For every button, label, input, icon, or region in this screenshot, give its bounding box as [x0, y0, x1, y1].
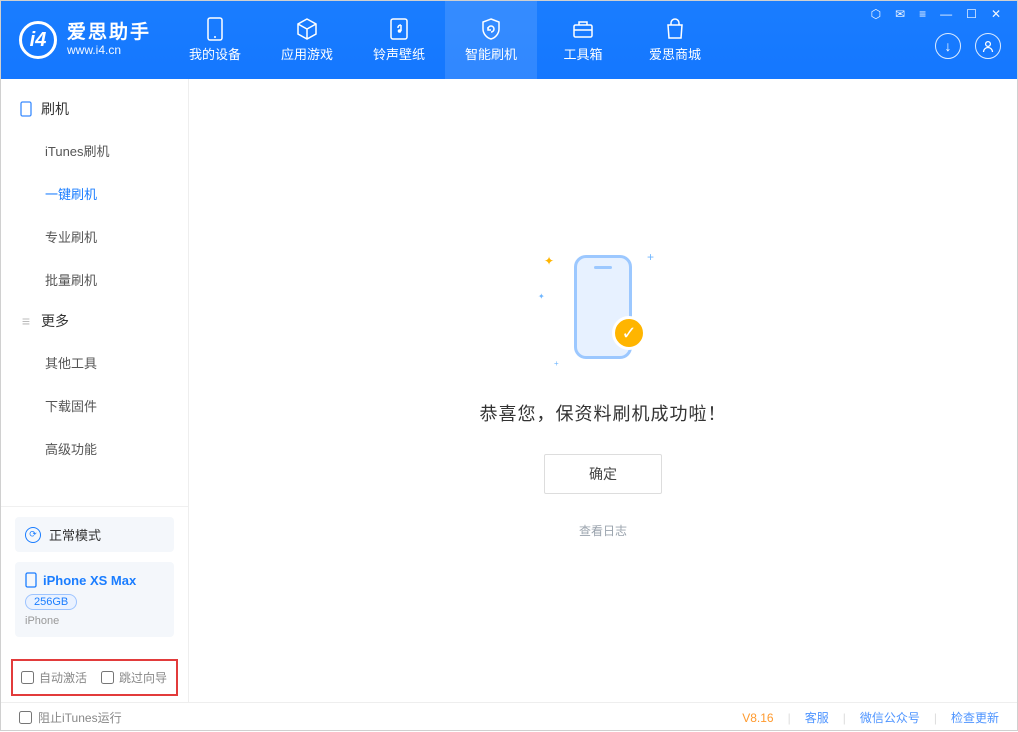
window-controls: ⬡ ✉ ≡ — ☐ ✕ [867, 1, 1005, 27]
nav-label: 智能刷机 [465, 44, 517, 63]
sidebar-item-batch-flash[interactable]: 批量刷机 [1, 258, 188, 301]
device-name: iPhone XS Max [43, 573, 136, 588]
nav-label: 应用游戏 [281, 44, 333, 63]
toolbox-icon [571, 17, 595, 41]
bag-icon [663, 17, 687, 41]
nav-ringtone-wallpaper[interactable]: 铃声壁纸 [353, 1, 445, 79]
shield-refresh-icon [479, 17, 503, 41]
nav-store[interactable]: 爱思商城 [629, 1, 721, 79]
footer-link-wechat[interactable]: 微信公众号 [860, 709, 920, 726]
checkmark-icon: ✓ [612, 316, 646, 350]
success-illustration: ✦ ✦ + + ✓ [538, 242, 668, 372]
app-name: 爱思助手 [67, 23, 151, 44]
sidebar-group-flash: 刷机 [1, 89, 188, 129]
app-url: www.i4.cn [67, 44, 151, 57]
device-phone-icon [25, 572, 37, 588]
nav-label: 工具箱 [564, 44, 603, 63]
device-type: iPhone [25, 615, 164, 627]
sparkle-icon: ✦ [544, 254, 554, 268]
device-panel: ⟳ 正常模式 iPhone XS Max 256GB iPhone [1, 506, 188, 647]
nav-label: 铃声壁纸 [373, 44, 425, 63]
music-file-icon [387, 17, 411, 41]
device-card[interactable]: iPhone XS Max 256GB iPhone [15, 562, 174, 637]
footer-link-update[interactable]: 检查更新 [951, 709, 999, 726]
app-header: i4 爱思助手 www.i4.cn 我的设备 应用游戏 铃声壁纸 智能刷机 工具… [1, 1, 1017, 79]
mode-label: 正常模式 [49, 525, 101, 544]
logo-icon: i4 [19, 21, 57, 59]
close-button[interactable]: ✕ [991, 7, 1001, 21]
checkbox-block-itunes[interactable]: 阻止iTunes运行 [19, 709, 122, 726]
footer-link-support[interactable]: 客服 [805, 709, 829, 726]
nav-smart-flash[interactable]: 智能刷机 [445, 1, 537, 79]
sidebar-item-other-tools[interactable]: 其他工具 [1, 341, 188, 384]
flash-options-highlight: 自动激活 跳过向导 [11, 659, 178, 696]
list-icon: ≡ [19, 314, 33, 328]
nav-label: 我的设备 [189, 44, 241, 63]
nav-my-device[interactable]: 我的设备 [169, 1, 261, 79]
status-bar: 阻止iTunes运行 V8.16 | 客服 | 微信公众号 | 检查更新 [1, 702, 1017, 732]
mode-icon: ⟳ [25, 527, 41, 543]
sparkle-icon: + [554, 359, 559, 368]
view-log-link[interactable]: 查看日志 [579, 522, 627, 539]
group-title: 刷机 [41, 99, 69, 119]
sidebar-item-download-firmware[interactable]: 下载固件 [1, 384, 188, 427]
nav-label: 爱思商城 [649, 44, 701, 63]
sparkle-icon: ✦ [538, 292, 545, 301]
main-content: ✦ ✦ + + ✓ 恭喜您，保资料刷机成功啦！ 确定 查看日志 [189, 79, 1017, 702]
sidebar: 刷机 iTunes刷机 一键刷机 专业刷机 批量刷机 ≡ 更多 其他工具 下载固… [1, 79, 189, 702]
checkbox-auto-activate[interactable]: 自动激活 [21, 669, 87, 686]
mode-indicator[interactable]: ⟳ 正常模式 [15, 517, 174, 552]
device-icon [203, 17, 227, 41]
logo: i4 爱思助手 www.i4.cn [1, 21, 169, 59]
sidebar-item-onekey-flash[interactable]: 一键刷机 [1, 172, 188, 215]
main-nav: 我的设备 应用游戏 铃声壁纸 智能刷机 工具箱 爱思商城 [169, 1, 721, 79]
sidebar-group-more: ≡ 更多 [1, 301, 188, 341]
shirt-icon[interactable]: ⬡ [871, 7, 881, 21]
minimize-button[interactable]: — [940, 7, 952, 21]
version-label: V8.16 [742, 711, 773, 725]
group-title: 更多 [41, 311, 69, 331]
sidebar-item-advanced[interactable]: 高级功能 [1, 427, 188, 470]
nav-toolbox[interactable]: 工具箱 [537, 1, 629, 79]
cube-icon [295, 17, 319, 41]
menu-icon[interactable]: ≡ [919, 7, 926, 21]
sparkle-icon: + [647, 250, 654, 264]
checkbox-skip-guide[interactable]: 跳过向导 [101, 669, 167, 686]
device-capacity: 256GB [25, 594, 77, 610]
feedback-icon[interactable]: ✉ [895, 7, 905, 21]
nav-apps-games[interactable]: 应用游戏 [261, 1, 353, 79]
maximize-button[interactable]: ☐ [966, 7, 977, 21]
account-icon[interactable] [975, 33, 1001, 59]
sidebar-item-itunes-flash[interactable]: iTunes刷机 [1, 129, 188, 172]
download-icon[interactable]: ↓ [935, 33, 961, 59]
sidebar-item-pro-flash[interactable]: 专业刷机 [1, 215, 188, 258]
success-message: 恭喜您，保资料刷机成功啦！ [480, 400, 727, 426]
phone-icon [19, 102, 33, 116]
ok-button[interactable]: 确定 [544, 454, 662, 494]
